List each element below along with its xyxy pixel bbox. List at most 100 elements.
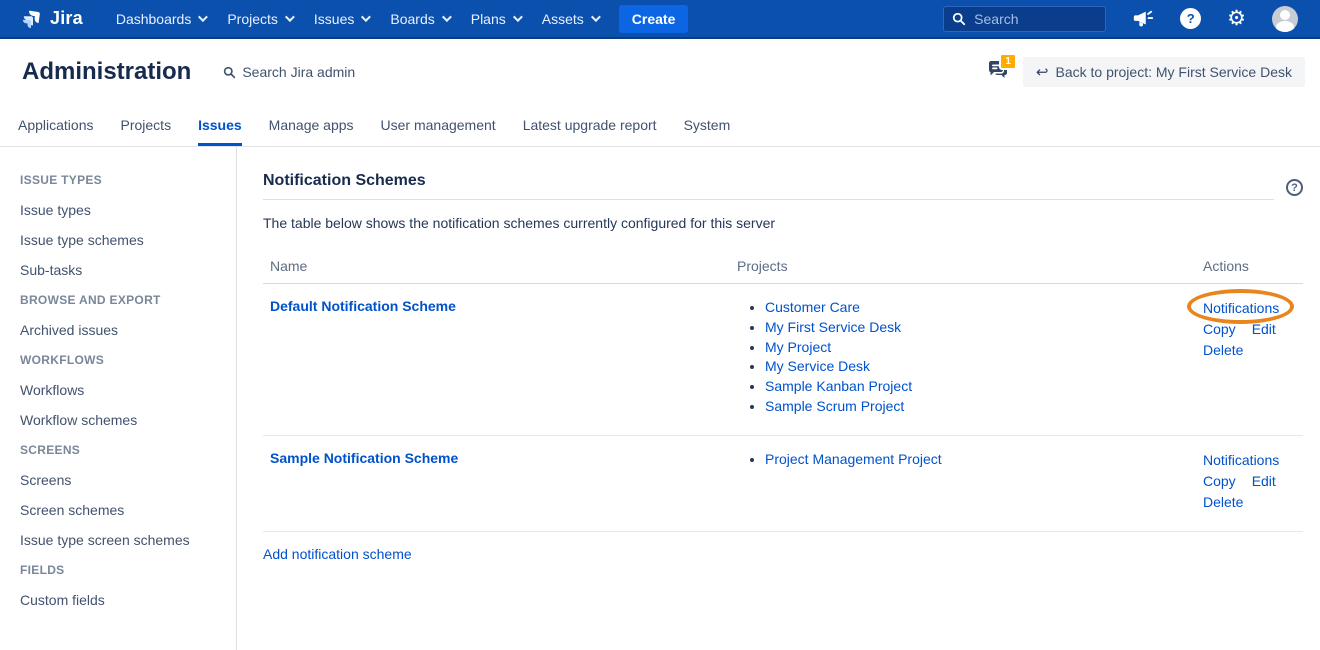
announcements-button[interactable]: [1132, 8, 1154, 30]
tab-issues[interactable]: Issues: [198, 117, 242, 146]
top-navigation-bar: Jira Dashboards Projects Issues Boards P…: [0, 0, 1320, 39]
menu-plans[interactable]: Plans: [460, 5, 531, 33]
actions-cell: Notifications Copy Edit Delete: [1203, 450, 1303, 513]
list-item: My First Service Desk: [765, 318, 1203, 338]
sidebar-item-issue-types[interactable]: Issue types: [20, 203, 226, 218]
back-to-project-button[interactable]: ↩ Back to project: My First Service Desk: [1023, 57, 1305, 87]
question-mark-icon: ?: [1291, 182, 1298, 194]
sidebar-section-screens: SCREENS Screens Screen schemes Issue typ…: [20, 443, 226, 548]
column-header-name: Name: [270, 258, 737, 274]
menu-projects[interactable]: Projects: [216, 5, 303, 33]
table-row: Sample Notification Scheme Project Manag…: [263, 436, 1303, 532]
settings-button[interactable]: ⚙: [1227, 8, 1246, 29]
panel-description: The table below shows the notification s…: [263, 215, 1303, 231]
tab-applications[interactable]: Applications: [18, 117, 94, 146]
list-item: My Project: [765, 338, 1203, 358]
sidebar-item-sub-tasks[interactable]: Sub-tasks: [20, 263, 226, 278]
chevron-down-icon: [442, 12, 452, 22]
project-link[interactable]: Sample Scrum Project: [765, 398, 904, 414]
edit-action-link[interactable]: Edit: [1252, 473, 1276, 489]
list-item: Customer Care: [765, 298, 1203, 318]
sidebar-section-workflows: WORKFLOWS Workflows Workflow schemes: [20, 353, 226, 428]
sidebar-section-header: BROWSE AND EXPORT: [20, 293, 226, 307]
notification-badge: 1: [999, 53, 1017, 70]
back-button-label: Back to project: My First Service Desk: [1055, 64, 1292, 80]
admin-search[interactable]: [223, 64, 432, 80]
sidebar-item-workflow-schemes[interactable]: Workflow schemes: [20, 413, 226, 428]
list-item: Project Management Project: [765, 450, 1203, 470]
project-link[interactable]: Customer Care: [765, 299, 860, 315]
chevron-down-icon: [591, 12, 601, 22]
sidebar-section-header: ISSUE TYPES: [20, 173, 226, 187]
global-search-input[interactable]: [974, 11, 1084, 27]
sidebar-item-issue-type-screen-schemes[interactable]: Issue type screen schemes: [20, 533, 226, 548]
content-area: ISSUE TYPES Issue types Issue type schem…: [0, 147, 1320, 650]
project-link[interactable]: Sample Kanban Project: [765, 378, 912, 394]
project-link[interactable]: My First Service Desk: [765, 319, 901, 335]
admin-header-right: 1 ↩ Back to project: My First Service De…: [985, 57, 1305, 87]
user-avatar[interactable]: [1272, 6, 1298, 32]
copy-action-link[interactable]: Copy: [1203, 321, 1236, 337]
sidebar-item-custom-fields[interactable]: Custom fields: [20, 593, 226, 608]
chevron-down-icon: [198, 12, 208, 22]
list-item: Sample Scrum Project: [765, 397, 1203, 417]
sidebar-section-header: FIELDS: [20, 563, 226, 577]
page-title: Administration: [22, 58, 191, 86]
notification-schemes-panel: Notification Schemes ? The table below s…: [237, 147, 1320, 650]
panel-help-button[interactable]: ?: [1286, 179, 1303, 196]
chevron-down-icon: [361, 12, 371, 22]
notifications-action-link[interactable]: Notifications: [1203, 300, 1279, 316]
menu-dashboards[interactable]: Dashboards: [105, 5, 217, 33]
notification-schemes-table: Name Projects Actions Default Notificati…: [263, 258, 1303, 532]
delete-action-link[interactable]: Delete: [1203, 494, 1243, 510]
admin-header: Administration 1 ↩ Back to project: My F…: [0, 39, 1320, 105]
notifications-action-link[interactable]: Notifications: [1203, 452, 1279, 468]
search-icon: [952, 12, 966, 26]
panel-title-block: Notification Schemes: [263, 172, 1274, 200]
menu-boards[interactable]: Boards: [379, 5, 459, 33]
sidebar-section-header: SCREENS: [20, 443, 226, 457]
search-icon: [223, 66, 236, 79]
scheme-name-link[interactable]: Default Notification Scheme: [270, 298, 456, 314]
edit-action-link[interactable]: Edit: [1252, 321, 1276, 337]
highlighted-action: Notifications: [1203, 298, 1279, 319]
jira-logo[interactable]: Jira: [22, 8, 83, 30]
menu-issues[interactable]: Issues: [303, 5, 379, 33]
sidebar-item-screen-schemes[interactable]: Screen schemes: [20, 503, 226, 518]
back-arrow-icon: ↩: [1036, 63, 1049, 81]
feedback-button[interactable]: 1: [985, 57, 1015, 87]
admin-tab-bar: Applications Projects Issues Manage apps…: [0, 105, 1320, 147]
help-button[interactable]: ?: [1180, 8, 1201, 29]
sidebar-item-screens[interactable]: Screens: [20, 473, 226, 488]
actions-cell: Notifications Copy Edit Delete: [1203, 298, 1303, 417]
tab-user-management[interactable]: User management: [381, 117, 496, 146]
project-link[interactable]: My Project: [765, 339, 831, 355]
sidebar-item-workflows[interactable]: Workflows: [20, 383, 226, 398]
tab-latest-upgrade-report[interactable]: Latest upgrade report: [523, 117, 657, 146]
sidebar-item-archived-issues[interactable]: Archived issues: [20, 323, 226, 338]
list-item: Sample Kanban Project: [765, 377, 1203, 397]
global-search[interactable]: [943, 6, 1106, 32]
admin-search-input[interactable]: [242, 64, 432, 80]
tab-projects[interactable]: Projects: [121, 117, 172, 146]
nav-icon-bar: ? ⚙: [1132, 6, 1298, 32]
project-link[interactable]: My Service Desk: [765, 358, 870, 374]
panel-title-row: Notification Schemes ?: [263, 172, 1303, 200]
add-notification-scheme-link[interactable]: Add notification scheme: [263, 546, 412, 562]
list-item: My Service Desk: [765, 357, 1203, 377]
delete-action-link[interactable]: Delete: [1203, 342, 1243, 358]
main-menu: Dashboards Projects Issues Boards Plans …: [105, 5, 609, 33]
menu-assets[interactable]: Assets: [531, 5, 609, 33]
copy-action-link[interactable]: Copy: [1203, 473, 1236, 489]
tab-manage-apps[interactable]: Manage apps: [269, 117, 354, 146]
issues-sidebar: ISSUE TYPES Issue types Issue type schem…: [0, 147, 237, 650]
sidebar-item-issue-type-schemes[interactable]: Issue type schemes: [20, 233, 226, 248]
tab-system[interactable]: System: [684, 117, 731, 146]
panel-title: Notification Schemes: [263, 172, 1274, 190]
projects-list: Customer Care My First Service Desk My P…: [737, 298, 1203, 417]
sidebar-section-browse-export: BROWSE AND EXPORT Archived issues: [20, 293, 226, 338]
scheme-name-link[interactable]: Sample Notification Scheme: [270, 450, 458, 466]
project-link[interactable]: Project Management Project: [765, 451, 942, 467]
question-mark-icon: ?: [1187, 11, 1195, 26]
create-button[interactable]: Create: [619, 5, 689, 33]
